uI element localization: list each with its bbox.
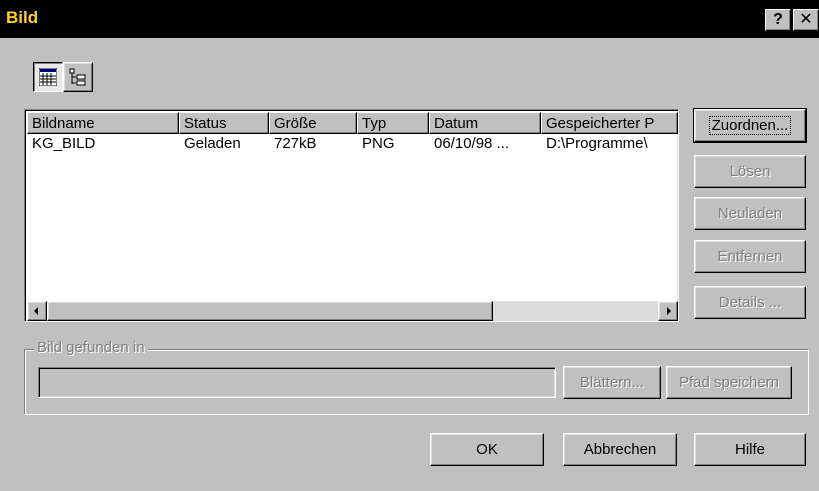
column-header-date[interactable]: Datum [429,112,541,134]
column-header-name[interactable]: Bildname [27,112,179,134]
details-button[interactable]: Details ... [694,286,806,319]
arrow-left-icon [34,307,38,315]
column-header-size[interactable]: Größe [269,112,357,134]
cell-date: 06/10/98 ... [434,135,510,152]
help-button-label: Hilfe [734,441,765,458]
cell-size: 727kB [274,135,317,152]
horizontal-scrollbar[interactable] [27,301,678,321]
scroll-left-button[interactable] [27,301,47,321]
cancel-button-label: Abbrechen [583,441,657,458]
save-path-button-label: Pfad speichern [678,374,780,391]
help-icon[interactable]: ? [765,9,791,31]
column-header-status[interactable]: Status [179,112,269,134]
detach-button[interactable]: Lösen [694,155,806,188]
list-view-icon [39,68,57,86]
reload-button-label: Neuladen [717,205,783,222]
cell-type: PNG [362,135,395,152]
title-bar[interactable]: Bild ? ✕ [0,0,819,38]
tree-view-button[interactable] [63,62,93,92]
tree-view-icon [69,68,86,86]
found-in-legend: Bild gefunden in [34,339,148,356]
details-button-label: Details ... [718,294,782,311]
attach-button[interactable]: Zuordnen... [693,108,807,143]
column-header-type[interactable]: Typ [357,112,429,134]
image-list[interactable]: Bildname Status Größe Typ Datum Gespeich… [24,109,679,322]
remove-button-label: Entfernen [717,248,783,265]
attach-button-label: Zuordnen... [708,116,792,135]
browse-button-label: Blättern... [579,374,645,391]
ok-button[interactable]: OK [430,433,544,466]
detach-button-label: Lösen [729,163,771,180]
scroll-right-button[interactable] [658,301,678,321]
cell-status: Geladen [184,135,241,152]
cell-name: KG_BILD [32,135,96,152]
list-view-button[interactable] [33,62,63,92]
remove-button[interactable]: Entfernen [694,240,806,273]
arrow-right-icon [667,307,671,315]
image-dialog: Bild ? ✕ Bildname Status Größe Typ Datum… [0,0,819,491]
ok-button-label: OK [476,441,498,458]
close-icon[interactable]: ✕ [793,9,819,31]
save-path-button[interactable]: Pfad speichern [666,366,792,399]
help-button[interactable]: Hilfe [694,433,806,466]
found-in-path-field[interactable] [38,367,556,398]
cancel-button[interactable]: Abbrechen [563,433,677,466]
browse-button[interactable]: Blättern... [563,366,661,399]
reload-button[interactable]: Neuladen [694,197,806,230]
cell-saved-path: D:\Programme\ [546,135,648,152]
window-title: Bild [6,8,39,27]
scroll-thumb[interactable] [47,301,493,321]
column-header-saved-path[interactable]: Gespeicherter P [541,112,678,134]
